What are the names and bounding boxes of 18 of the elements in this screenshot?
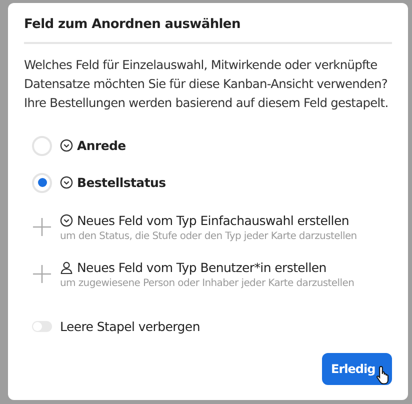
create-field-label[interactable]: Neues Feld vom Typ Einfachauswahl erstellen xyxy=(77,212,349,228)
create-field-label[interactable]: Neues Feld vom Typ Benutzer*in erstellen xyxy=(77,260,326,274)
radio-button[interactable] xyxy=(32,172,52,192)
toggle-label: Leere Stapel verbergen xyxy=(60,318,200,334)
radio-button[interactable] xyxy=(32,136,52,156)
plus-icon[interactable] xyxy=(32,264,52,284)
hint-text: um zugewiesene Person oder Inhaber jeder Karte darzustellen xyxy=(60,278,354,288)
description-text: Welches Feld für Einzelauswahl, Mitwirkende oder verknüpfte Datensatze möchten Sie für diese Kanban-Ansicht verwenden? Ihre Bestellungen werden basierend auf diesem Feld gestapelt. xyxy=(24,57,390,112)
chevron-circle-icon xyxy=(60,139,73,152)
field-option-label[interactable]: Bestellstatus xyxy=(77,175,166,190)
chevron-circle-icon xyxy=(60,214,73,226)
user-icon xyxy=(60,260,73,274)
field-option-label[interactable]: Anrede xyxy=(77,138,126,153)
dialog-title: Feld zum Anordnen auswählen xyxy=(24,17,392,44)
plus-icon[interactable] xyxy=(32,217,52,237)
hint-text: um den Status, die Stufe oder den Typ jeder Karte darzustellen xyxy=(60,230,357,242)
done-button[interactable]: Erledig xyxy=(322,353,392,385)
chevron-circle-icon xyxy=(60,176,73,189)
